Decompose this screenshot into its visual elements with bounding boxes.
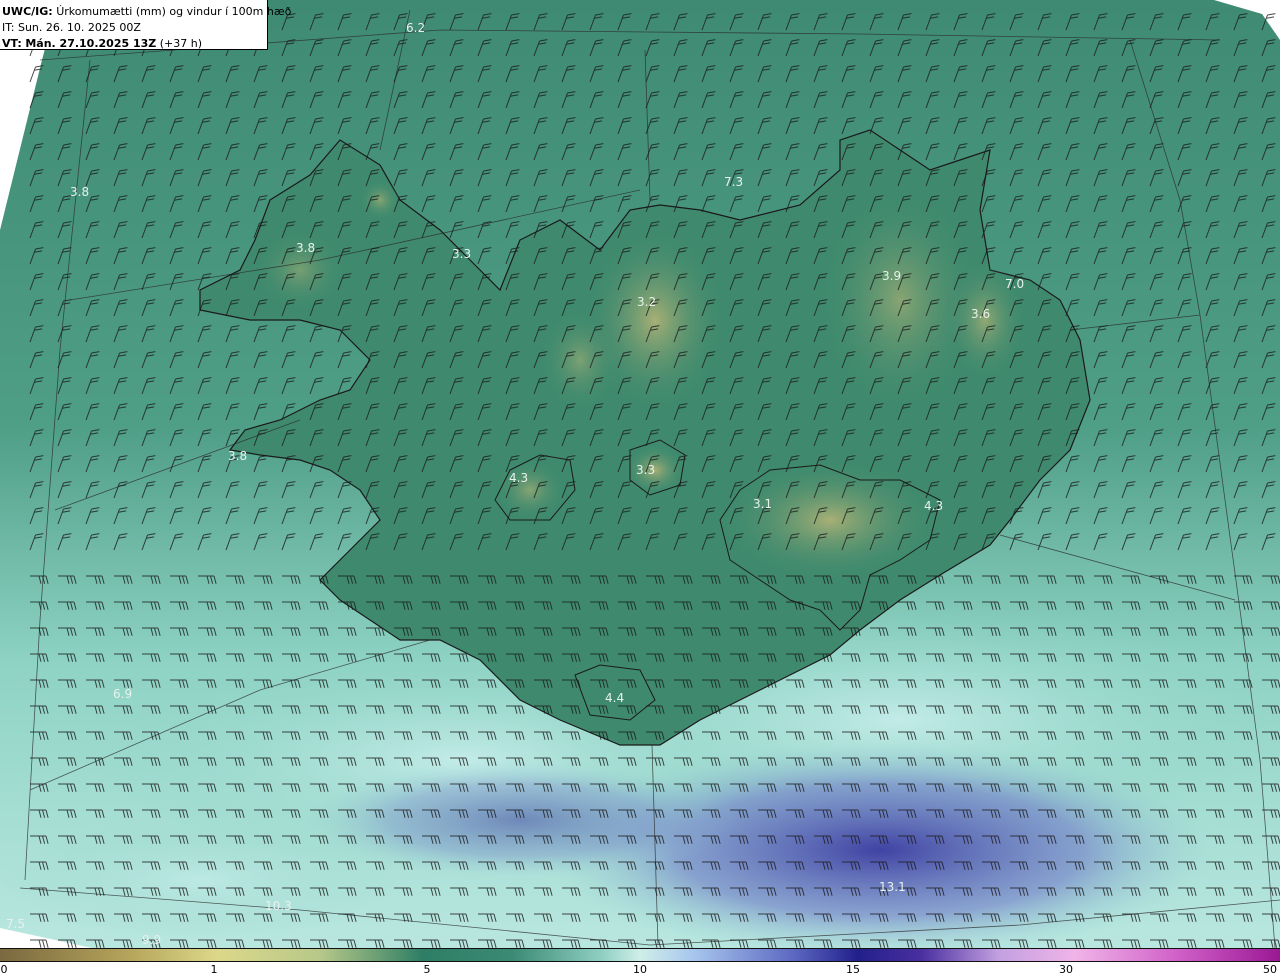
- map-header: UWC/IG: Úrkomumætti (mm) og vindur í 100…: [0, 0, 291, 50]
- value-label: 3.3: [452, 247, 471, 261]
- value-label: 4.3: [924, 499, 943, 513]
- value-label: 6.9: [113, 687, 132, 701]
- map-title: Úrkomumætti (mm) og vindur í 100m hæð: [56, 5, 292, 18]
- colorbar-tick: 50: [1263, 963, 1277, 976]
- colorbar-tick: 15: [846, 963, 860, 976]
- value-label: 7.3: [724, 175, 743, 189]
- value-label: 4.3: [509, 471, 528, 485]
- value-label: 3.8: [70, 185, 89, 199]
- value-label: 3.8: [228, 449, 247, 463]
- colorbar-ticks: 0 1 5 10 15 30 50: [0, 962, 1280, 978]
- value-label: 10.3: [265, 899, 292, 913]
- value-label: 7.5: [6, 917, 25, 931]
- colorbar-tick: 1: [210, 963, 218, 976]
- value-label: 6.2: [406, 21, 425, 35]
- valid-time: Mán. 27.10.2025 13Z: [25, 37, 157, 50]
- value-label: 3.2: [637, 295, 656, 309]
- value-label: 7.0: [1005, 277, 1024, 291]
- valid-prefix: VT:: [2, 37, 22, 50]
- value-label: 3.9: [882, 269, 901, 283]
- colorbar-tick: 5: [423, 963, 431, 976]
- lead-time: (+37 h): [159, 37, 203, 50]
- value-label: 4.4: [605, 691, 624, 705]
- value-label: 3.3: [636, 463, 655, 477]
- value-label: 3.6: [971, 307, 990, 321]
- precipitation-wind-map: 6.2 7.3 3.8 3.8 3.3 3.2 3.9 3.6 7.0 3.8 …: [0, 0, 1280, 948]
- model-name: UWC/IG:: [2, 5, 53, 18]
- value-label: 9.9: [142, 933, 161, 947]
- colorbar-tick: 30: [1059, 963, 1073, 976]
- colorbar-tick: 10: [633, 963, 647, 976]
- colorbar: [0, 948, 1280, 962]
- value-label: 3.8: [296, 241, 315, 255]
- colorbar-tick: 0: [0, 963, 8, 976]
- value-label: 3.1: [753, 497, 772, 511]
- init-time: IT: Sun. 26. 10. 2025 00Z: [2, 21, 141, 34]
- value-label: 13.1: [879, 880, 906, 894]
